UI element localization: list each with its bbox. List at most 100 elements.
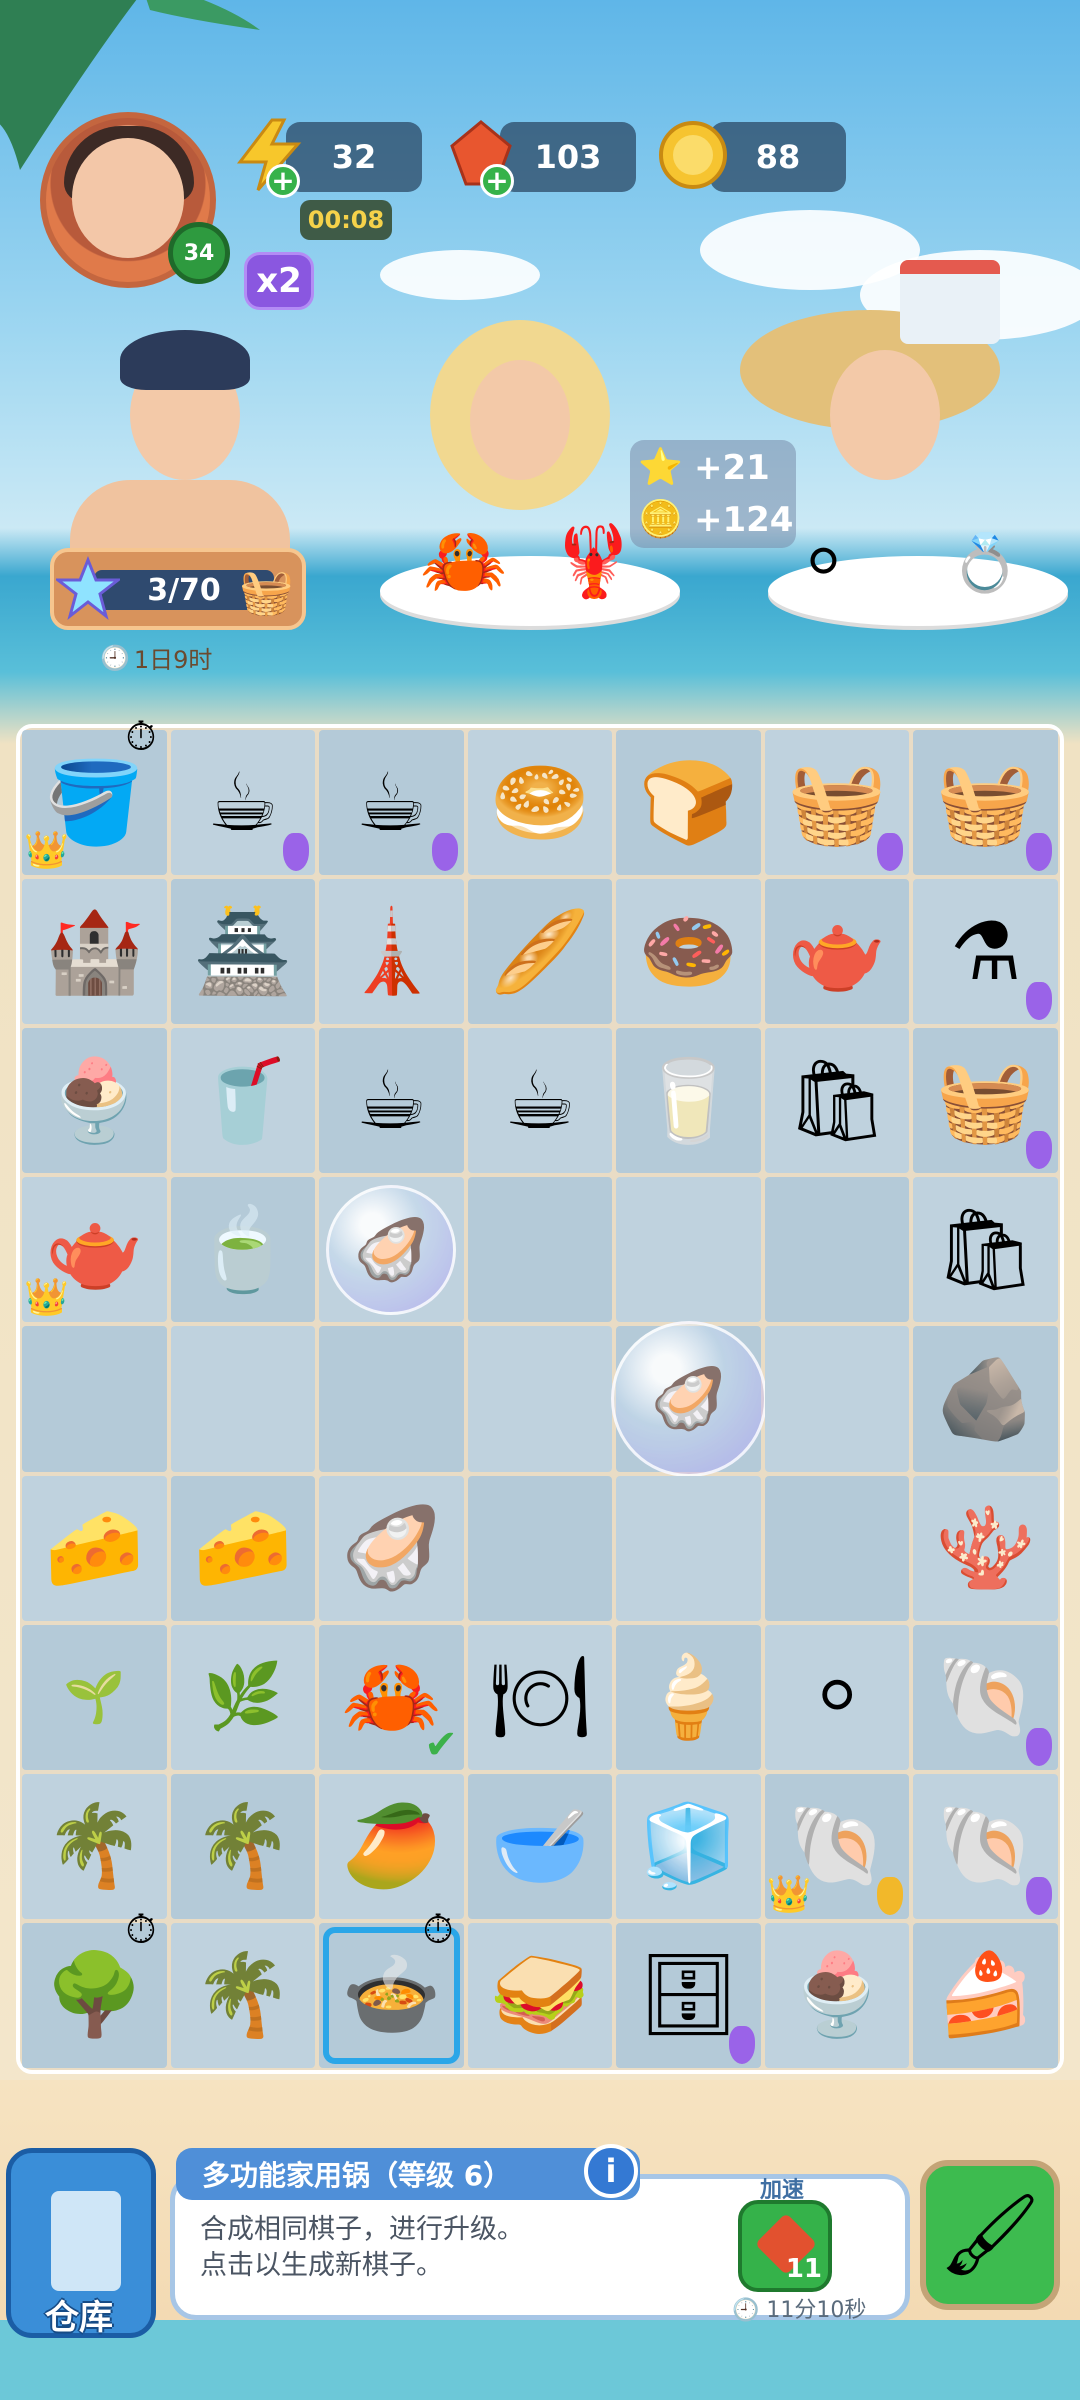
board-cell[interactable]: 🥣 bbox=[467, 1773, 613, 1919]
board-cell[interactable]: ⚪ bbox=[764, 1624, 910, 1770]
paint-brush-button[interactable]: 🖌 bbox=[920, 2160, 1060, 2310]
latte-item[interactable]: 🍨 bbox=[44, 1060, 144, 1141]
board-cell[interactable] bbox=[616, 1177, 761, 1323]
fridge-item[interactable]: 🗄 bbox=[638, 1955, 740, 2035]
palm-tree-item[interactable]: 🌴 bbox=[193, 1955, 293, 2035]
board-cell[interactable]: 🧀 bbox=[22, 1475, 167, 1621]
board-cell[interactable]: 🍩 bbox=[616, 879, 761, 1025]
espresso-machine-item[interactable]: ☕ bbox=[207, 762, 279, 843]
mango-bowl-item[interactable]: 🥣 bbox=[490, 1806, 590, 1886]
board-cell[interactable]: 🐚 bbox=[913, 1624, 1058, 1770]
board-cell[interactable] bbox=[764, 1326, 910, 1472]
board-cell[interactable]: 🐚 bbox=[913, 1773, 1058, 1919]
cheese-item[interactable]: 🧀 bbox=[193, 1508, 293, 1588]
board-cell[interactable] bbox=[467, 1475, 613, 1621]
bagel-item[interactable]: 🍩 bbox=[639, 911, 739, 992]
coffee-to-go-item[interactable]: 🥛 bbox=[639, 1060, 739, 1141]
board-cell[interactable]: 🌳 ⏱ bbox=[22, 1907, 167, 2068]
board-cell[interactable]: 🌴 bbox=[22, 1773, 167, 1919]
board-cell[interactable]: 🏯 bbox=[170, 879, 316, 1025]
board-cell[interactable]: 🦀 ✔ bbox=[319, 1624, 464, 1770]
board-cell[interactable]: ☕ bbox=[319, 1028, 464, 1174]
board-cell[interactable]: 🛍 bbox=[764, 1028, 910, 1174]
board-cell[interactable]: 🥯 bbox=[467, 730, 613, 876]
buns-item[interactable]: 🍞 bbox=[639, 762, 739, 843]
board-cell[interactable]: 🧺 bbox=[913, 1028, 1058, 1174]
seashell-coral-item[interactable]: 🐚 bbox=[936, 1657, 1036, 1737]
cheese-item[interactable]: 🧀 bbox=[44, 1508, 144, 1588]
board-cell[interactable]: 🍨 bbox=[22, 1028, 167, 1174]
board-cell[interactable]: 🧺 bbox=[913, 730, 1058, 876]
board-cell[interactable]: 🍰 bbox=[913, 1922, 1058, 2068]
bread-rolls-item[interactable]: 🥖 bbox=[490, 911, 590, 992]
grocery-basket-item[interactable]: 🧺 bbox=[787, 762, 887, 843]
board-cell[interactable]: 🍽 bbox=[467, 1624, 613, 1770]
sprout-item[interactable]: 🌱 bbox=[63, 1672, 125, 1722]
bagels-item[interactable]: 🥯 bbox=[490, 762, 590, 843]
board-cell[interactable]: 🪸 bbox=[913, 1475, 1058, 1621]
board-cell[interactable]: 🍵 bbox=[170, 1177, 316, 1323]
board-cell[interactable]: 🥪 bbox=[467, 1922, 613, 2068]
board-cell[interactable]: 🛍 bbox=[913, 1177, 1058, 1323]
info-button[interactable]: i bbox=[584, 2144, 638, 2198]
board-cell[interactable] bbox=[319, 1326, 464, 1472]
tea-glass-item[interactable]: 🍵 bbox=[193, 1209, 293, 1290]
board-cell[interactable]: ☕ bbox=[170, 730, 316, 876]
board-cell[interactable] bbox=[616, 1475, 761, 1621]
board-cell[interactable]: 🪣 👑 ⏱ bbox=[22, 714, 167, 876]
oyster-bubble-item[interactable]: 🦪 bbox=[326, 1184, 457, 1315]
grocery-basket-item[interactable]: 🧺 bbox=[936, 1060, 1036, 1141]
board-cell[interactable] bbox=[170, 1326, 316, 1472]
add-gems-button[interactable]: + bbox=[480, 164, 514, 198]
coffee-cup-item[interactable]: ☕ bbox=[504, 1060, 576, 1141]
board-cell[interactable]: 🫖 bbox=[764, 879, 910, 1025]
coffee-maker-item[interactable]: ☕ bbox=[356, 762, 428, 843]
board-cell[interactable]: 🌴 bbox=[170, 1773, 316, 1919]
board-cell[interactable]: 🍨 bbox=[764, 1922, 910, 2068]
board-cell[interactable]: 🍦 bbox=[616, 1624, 761, 1770]
board-cell[interactable]: 🥤 bbox=[170, 1028, 316, 1174]
board-cell[interactable] bbox=[467, 1326, 613, 1472]
coffee-pot-item[interactable]: 🫖 bbox=[787, 911, 887, 992]
board-cell[interactable]: 🫖 👑 bbox=[22, 1177, 167, 1323]
board-cell[interactable]: 🌱 bbox=[22, 1624, 167, 1770]
sandwich-item[interactable]: 🥪 bbox=[490, 1955, 590, 2035]
board-cell[interactable]: 🥖 bbox=[467, 879, 613, 1025]
board-cell[interactable]: ⚗ bbox=[913, 879, 1058, 1025]
mango-tree-item[interactable]: 🌳 bbox=[44, 1955, 144, 2035]
board-cell[interactable]: 🏰 bbox=[22, 879, 167, 1025]
add-energy-button[interactable]: + bbox=[266, 164, 300, 198]
grocery-basket-item[interactable]: 🧺 bbox=[936, 762, 1036, 843]
mango-item[interactable]: 🥭 bbox=[342, 1806, 442, 1886]
board-cell-selected[interactable]: 🍲 ⏱ bbox=[319, 1907, 464, 2068]
crab-plate-item[interactable]: 🍽 bbox=[489, 1657, 591, 1737]
pearl-item[interactable]: ⚪ bbox=[810, 1665, 864, 1729]
coral-rock-item[interactable]: 🪸 bbox=[936, 1508, 1036, 1588]
board-cell[interactable]: 🌿 bbox=[170, 1624, 316, 1770]
cake-item[interactable]: 🍰 bbox=[936, 1955, 1036, 2035]
board-cell[interactable] bbox=[22, 1326, 167, 1472]
ice-box-item[interactable]: 🧊 bbox=[639, 1806, 739, 1886]
oyster-bubble-item[interactable]: 🦪 bbox=[610, 1320, 767, 1477]
board-cell[interactable]: 🦪 bbox=[319, 1475, 464, 1621]
ice-cream-item[interactable]: 🍨 bbox=[787, 1955, 887, 2035]
board-cell[interactable]: 🗄 bbox=[616, 1922, 761, 2068]
board-cell[interactable]: 🌴 bbox=[170, 1922, 316, 2068]
sand-castle-item[interactable]: 🗼 bbox=[342, 911, 442, 992]
board-cell[interactable]: 🧺 bbox=[764, 730, 910, 876]
order-progress-box[interactable]: 3/70 🧺 bbox=[50, 548, 306, 630]
oysters-plate-item[interactable]: 🦪 bbox=[342, 1508, 442, 1588]
board-cell[interactable] bbox=[467, 1177, 613, 1323]
board-cell[interactable] bbox=[764, 1177, 910, 1323]
multiplier-button[interactable]: x2 bbox=[244, 252, 314, 310]
board-cell[interactable]: 🐚 👑 bbox=[764, 1773, 910, 1919]
moka-pot-item[interactable]: ⚗ bbox=[950, 911, 1022, 992]
seedling-item[interactable]: 🌿 bbox=[203, 1665, 283, 1729]
board-cell[interactable]: ☕ bbox=[467, 1028, 613, 1174]
sand-castle-item[interactable]: 🏰 bbox=[44, 911, 144, 992]
pearl-clam-item[interactable]: 🐚 bbox=[936, 1806, 1036, 1886]
board-cell[interactable]: 🧊 bbox=[616, 1773, 761, 1919]
board-cell[interactable]: 🧀 bbox=[170, 1475, 316, 1621]
speed-up-button[interactable]: 11 bbox=[738, 2200, 832, 2292]
board-cell[interactable]: 🦪 bbox=[319, 1177, 464, 1323]
